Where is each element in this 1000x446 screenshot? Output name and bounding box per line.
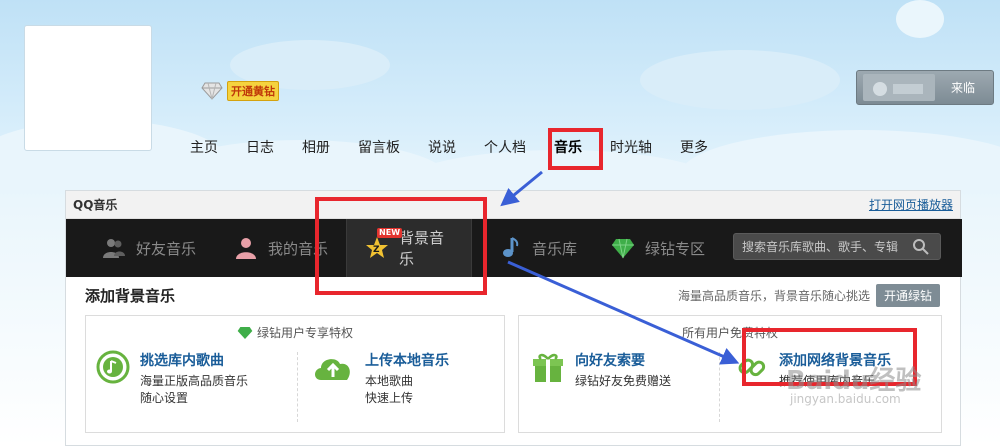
section-title: 添加背景音乐 [85,286,176,305]
music-search-input[interactable] [734,239,910,254]
option-desc: 快速上传 [365,391,414,405]
panel-title: QQ音乐 [73,198,118,212]
visitor-avatar [863,74,935,101]
nav-item-guestbook[interactable]: 留言板 [344,128,414,168]
highlight-background-music-tab [315,197,487,295]
card-caption-text: 绿钻用户专享特权 [256,326,353,340]
option-desc: 海量正版高品质音乐 [140,374,249,388]
divider [719,352,720,422]
option-upload-local[interactable]: 上传本地音乐 本地歌曲 快速上传 [311,350,449,407]
visitor-button[interactable]: 来临 [856,70,994,105]
watermark-url: jingyan.baidu.com [790,392,901,406]
nav-item-profile[interactable]: 个人档 [470,128,540,168]
option-title[interactable]: 挑选库内歌曲 [140,350,248,370]
nav-item-timeline[interactable]: 时光轴 [596,128,666,168]
nav-item-shuoshuo[interactable]: 说说 [414,128,470,168]
tab-green-diamond[interactable]: 绿钻专区 [595,219,723,277]
tab-label: 好友音乐 [136,239,197,258]
green-members-card: 绿钻用户专享特权 挑选库内歌曲 海量正版高品质音乐 随心设置 上传本地音乐 本地… [85,315,505,433]
open-green-diamond-button[interactable]: 开通绿钻 [875,283,940,307]
main-nav: 主页 日志 相册 留言板 说说 个人档 音乐 时光轴 更多 [176,128,722,168]
green-diamond-icon [237,326,253,339]
option-title[interactable]: 向好友索要 [575,350,671,370]
cloud-upload-icon [315,359,350,380]
nav-item-album[interactable]: 相册 [288,128,344,168]
nav-item-blog[interactable]: 日志 [232,128,288,168]
option-desc: 本地歌曲 [365,374,414,388]
speech-bubble-icon [896,0,944,38]
section-hint: 海量高品质音乐，背景音乐随心挑选 [677,288,870,303]
avatar[interactable] [24,25,152,151]
section-header: 添加背景音乐 海量高品质音乐，背景音乐随心挑选 开通绿钻 [66,277,960,313]
highlight-music-nav [548,128,603,170]
music-panel: QQ音乐 打开网页播放器 好友音乐 我的音乐 Z NEW 背景音乐 音乐库 绿钻… [65,190,962,446]
note-icon [503,237,519,257]
nav-item-home[interactable]: 主页 [176,128,232,168]
tab-label: 音乐库 [532,239,578,258]
tab-friends-music[interactable]: 好友音乐 [66,219,214,277]
open-web-player-link[interactable]: 打开网页播放器 [869,196,953,213]
nav-item-more[interactable]: 更多 [666,128,722,168]
search-icon[interactable] [910,236,932,258]
divider [297,352,298,422]
option-title[interactable]: 上传本地音乐 [365,350,449,370]
section-right: 海量高品质音乐，背景音乐随心挑选 开通绿钻 [677,283,940,307]
friends-icon [103,239,125,258]
option-desc: 随心设置 [140,391,189,405]
panel-header: QQ音乐 打开网页播放器 [66,191,960,219]
green-diamond-icon [612,238,635,259]
tab-music-library[interactable]: 音乐库 [472,219,595,277]
tab-label: 绿钻专区 [645,239,706,258]
gift-icon [533,353,563,382]
vip-area: 开通黄钻 [201,81,279,101]
open-yellow-diamond-badge[interactable]: 开通黄钻 [227,81,279,101]
option-ask-friend[interactable]: 向好友索要 绿钻好友免费赠送 [531,350,671,390]
option-desc: 绿钻好友免费赠送 [575,374,672,388]
diamond-icon [201,82,223,100]
user-icon [236,238,257,259]
option-pick-library-song[interactable]: 挑选库内歌曲 海量正版高品质音乐 随心设置 [96,350,248,407]
music-tab-bar: 好友音乐 我的音乐 Z NEW 背景音乐 音乐库 绿钻专区 [66,219,962,277]
music-disc-icon [96,350,130,384]
music-search-box [733,233,941,260]
visitor-label: 来临 [951,81,976,95]
card-caption: 绿钻用户专享特权 [86,324,504,341]
